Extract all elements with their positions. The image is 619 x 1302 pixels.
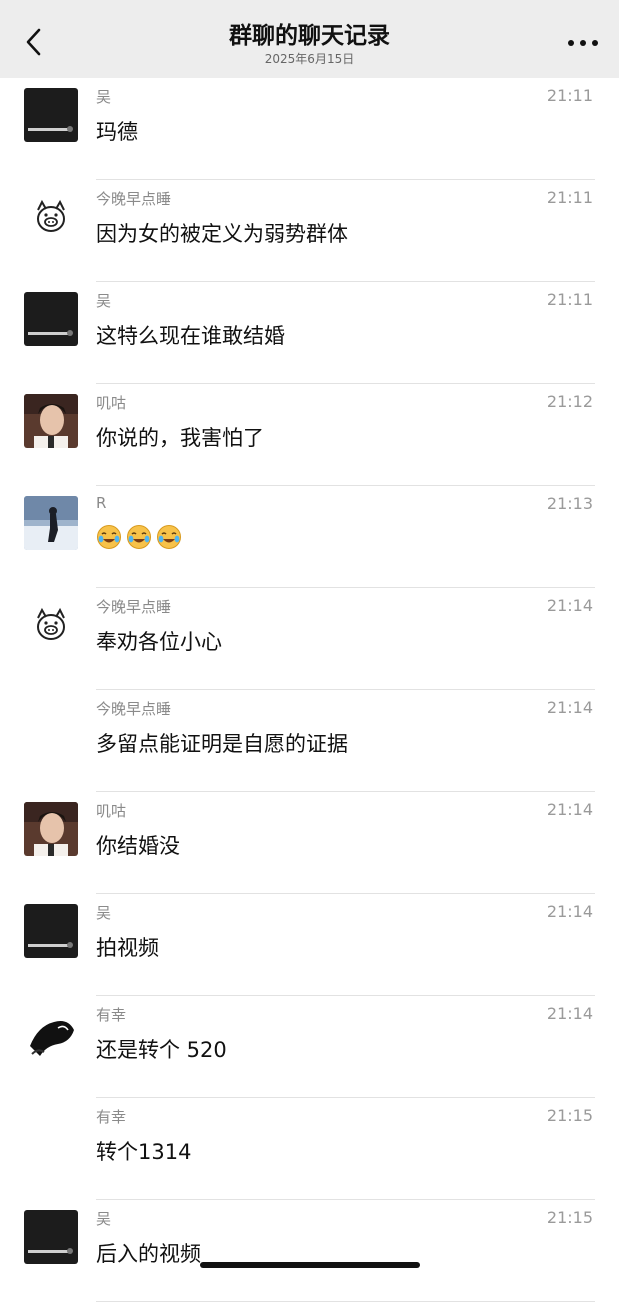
message-row[interactable]: 今晚早点睡 21:14 多留点能证明是自愿的证据 [0,690,619,792]
sender-name: 叽咕 [96,802,127,820]
avatar[interactable] [24,598,78,652]
message-list[interactable]: 吴 21:11 玛德 今晚早点睡 21:11 因为女的被定义为弱势群体吴 21:11 这特么现… [0,78,619,1302]
message-time: 21:14 [546,1004,593,1023]
message-row[interactable]: 有幸 21:14 还是转个 520 [0,996,619,1098]
page-subtitle: 2025年6月15日 [264,52,355,66]
message-time: 21:12 [546,392,593,411]
sender-name: 今晚早点睡 [96,700,172,718]
message-text: 多留点能证明是自愿的证据 [96,732,348,756]
message-text: 你结婚没 [96,834,180,858]
avatar[interactable] [24,496,78,550]
message-time: 21:14 [546,902,593,921]
home-indicator[interactable] [200,1262,420,1268]
avatar[interactable] [24,88,78,142]
avatar[interactable] [24,190,78,244]
message-text: 奉劝各位小心 [96,630,222,654]
message-time: 21:11 [546,86,593,105]
message-text: 因为女的被定义为弱势群体 [96,222,348,246]
more-dots-icon [568,40,598,46]
avatar[interactable] [24,292,78,346]
message-time: 21:11 [546,290,593,309]
message-time: 21:14 [546,800,593,819]
crying-laughing-emoji [157,525,181,549]
message-text: 转个1314 [96,1140,192,1164]
sender-name: 今晚早点睡 [96,598,172,616]
message-time: 21:14 [546,596,593,615]
sender-name: 吴 [96,88,112,106]
sender-name: 今晚早点睡 [96,190,172,208]
avatar[interactable] [24,1210,78,1264]
page-title: 群聊的聊天记录 [229,23,390,49]
message-row[interactable]: 吴 21:11 这特么现在谁敢结婚 [0,282,619,384]
sender-name: 吴 [96,1210,112,1228]
nav-header: 群聊的聊天记录 2025年6月15日 [0,0,619,78]
message-row[interactable]: 有幸 21:15 转个1314 [0,1098,619,1200]
message-text: 这特么现在谁敢结婚 [96,324,285,348]
message-row[interactable]: 叽咕 21:12 你说的，我害怕了 [0,384,619,486]
message-row[interactable]: 吴 21:14 拍视频 [0,894,619,996]
message-text: 后入的视频 [96,1242,201,1266]
message-row[interactable]: R 21:13 [0,486,619,588]
message-time: 21:14 [546,698,593,717]
message-row[interactable]: 今晚早点睡 21:14 奉劝各位小心 [0,588,619,690]
sender-name: 有幸 [96,1006,127,1024]
sender-name: 吴 [96,292,112,310]
sender-name: 有幸 [96,1108,127,1126]
message-text: 拍视频 [96,936,159,960]
message-time: 21:15 [546,1106,593,1125]
message-text [96,524,186,550]
sender-name: 叽咕 [96,394,127,412]
message-row[interactable]: 今晚早点睡 21:11 因为女的被定义为弱势群体 [0,180,619,282]
crying-laughing-emoji [127,525,151,549]
avatar[interactable] [24,1006,78,1060]
message-time: 21:13 [546,494,593,513]
avatar[interactable] [24,904,78,958]
crying-laughing-emoji [97,525,121,549]
sender-name: 吴 [96,904,112,922]
message-time: 21:15 [546,1208,593,1227]
avatar[interactable] [24,394,78,448]
sender-name: R [96,494,107,512]
avatar[interactable] [24,802,78,856]
message-row[interactable]: 吴 21:15 后入的视频 [0,1200,619,1302]
message-text: 还是转个 520 [96,1038,227,1062]
message-text: 玛德 [96,120,138,144]
more-button[interactable] [563,28,603,58]
message-time: 21:11 [546,188,593,207]
message-text: 你说的，我害怕了 [96,426,264,450]
message-row[interactable]: 吴 21:11 玛德 [0,78,619,180]
message-row[interactable]: 叽咕 21:14 你结婚没 [0,792,619,894]
